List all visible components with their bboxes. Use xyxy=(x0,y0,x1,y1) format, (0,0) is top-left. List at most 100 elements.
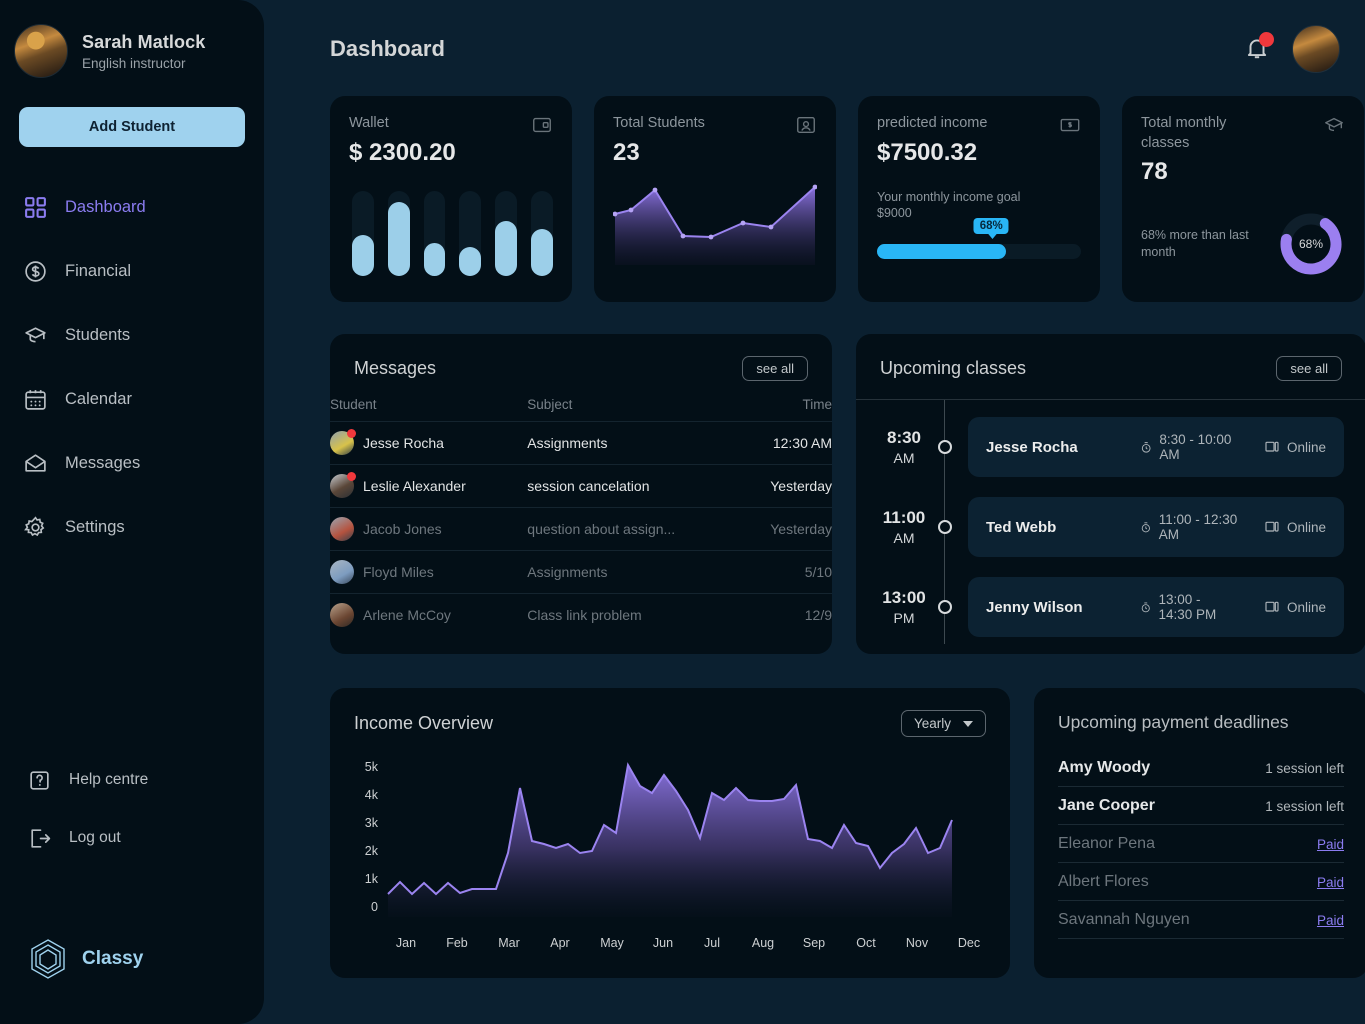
upcoming-classes-see-all-button[interactable]: see all xyxy=(1276,356,1342,381)
sidebar-item-dashboard[interactable]: Dashboard xyxy=(0,185,264,229)
avatar xyxy=(330,560,354,584)
sidebar: Sarah Matlock English instructor Add Stu… xyxy=(0,0,264,1024)
monthly-classes-note: 68% more than last month xyxy=(1141,227,1249,260)
income-range-dropdown[interactable]: Yearly xyxy=(900,710,986,737)
wallet-bar xyxy=(387,190,410,276)
sidebar-item-log-out[interactable]: Log out xyxy=(0,816,264,860)
monthly-classes-value: 78 xyxy=(1141,158,1168,186)
timeline-node xyxy=(938,600,952,614)
sidebar-item-settings[interactable]: Settings xyxy=(0,505,264,549)
content: Wallet $ 2300.20 Total Students 23 predi… xyxy=(264,78,1365,978)
class-range: 13:00 - 14:30 PM xyxy=(1140,592,1238,622)
payment-status-link[interactable]: Paid xyxy=(1317,913,1344,928)
sidebar-bottom-nav: Help centre Log out xyxy=(0,758,264,874)
messages-panel-head: Messages see all xyxy=(330,334,832,381)
x-tick-label: Nov xyxy=(906,936,929,950)
bottom-row: Income Overview Yearly 5k 4k 3k 2k 1k 0 … xyxy=(330,688,1365,978)
unread-dot xyxy=(347,472,356,481)
y-tick-label: 2k xyxy=(365,844,379,858)
message-student: Jesse Rocha xyxy=(330,429,527,455)
wallet-bar xyxy=(459,190,482,276)
y-tick-label: 0 xyxy=(371,900,378,914)
class-hour: 8:30 xyxy=(886,428,922,447)
chevron-down-icon xyxy=(963,720,973,727)
payment-status-link[interactable]: Paid xyxy=(1317,837,1344,852)
x-tick-label: Dec xyxy=(958,936,980,950)
wallet-bar-chart xyxy=(349,190,553,276)
list-item[interactable]: Savannah Nguyen Paid xyxy=(1058,901,1344,939)
predicted-income-card-head: predicted income $7500.32 xyxy=(877,114,1081,167)
messages-col-time: Time xyxy=(802,397,833,412)
messages-title: Messages xyxy=(354,358,437,378)
class-card[interactable]: Ted Webb 11:00 - 12:30 AM Online xyxy=(968,497,1344,557)
timer-icon xyxy=(1141,521,1150,532)
upcoming-classes-title: Upcoming classes xyxy=(880,358,1027,378)
monitor-icon xyxy=(1265,441,1279,452)
total-students-label: Total Students xyxy=(613,115,705,131)
x-tick-label: Oct xyxy=(856,936,876,950)
message-subject: Assignments xyxy=(527,421,743,465)
profile-block[interactable]: Sarah Matlock English instructor xyxy=(0,22,264,80)
dashboard-app: Sarah Matlock English instructor Add Stu… xyxy=(0,0,1365,1024)
user-card-icon xyxy=(797,116,815,134)
table-row[interactable]: Arlene McCoy Class link problem 12/9 xyxy=(330,593,832,636)
x-tick-label: Apr xyxy=(550,936,569,950)
notifications-button[interactable] xyxy=(1244,32,1274,63)
message-student: Floyd Miles xyxy=(330,560,527,584)
wallet-card: Wallet $ 2300.20 xyxy=(330,96,572,302)
calendar-icon xyxy=(22,386,48,412)
messages-see-all-button[interactable]: see all xyxy=(742,356,808,381)
income-goal-label: Your monthly income goal $9000 xyxy=(877,189,1081,223)
monthly-classes-card-head: Total monthly classes 78 xyxy=(1141,114,1345,186)
sidebar-item-financial[interactable]: Financial xyxy=(0,249,264,293)
message-time: 5/10 xyxy=(742,550,832,594)
class-student-name: Ted Webb xyxy=(986,518,1057,536)
message-student: Leslie Alexander xyxy=(330,472,527,498)
list-item[interactable]: Jane Cooper 1 session left xyxy=(1058,787,1344,825)
list-item[interactable]: Albert Flores Paid xyxy=(1058,863,1344,901)
sidebar-item-label: Students xyxy=(65,325,131,344)
timeline-node xyxy=(938,520,952,534)
payment-status: 1 session left xyxy=(1265,798,1344,814)
gear-icon xyxy=(22,514,48,540)
page-title: Dashboard xyxy=(330,36,445,61)
wallet-icon xyxy=(533,117,551,133)
monitor-icon xyxy=(1265,521,1279,532)
sidebar-item-label: Financial xyxy=(65,261,132,280)
sidebar-item-messages[interactable]: Messages xyxy=(0,441,264,485)
sidebar-nav: Dashboard Financial Students Calendar Me… xyxy=(0,185,264,549)
sidebar-item-help-centre[interactable]: Help centre xyxy=(0,758,264,802)
messages-table-head: Student Subject Time xyxy=(330,397,832,422)
list-item[interactable]: Amy Woody 1 session left xyxy=(1058,749,1344,787)
topbar: Dashboard xyxy=(264,20,1365,78)
table-row[interactable]: Jesse Rocha Assignments 12:30 AM xyxy=(330,421,832,465)
x-tick-label: Mar xyxy=(498,936,520,950)
total-students-card: Total Students 23 xyxy=(594,96,836,302)
class-card[interactable]: Jenny Wilson 13:00 - 14:30 PM Online xyxy=(968,577,1344,637)
wallet-bar xyxy=(352,190,374,276)
list-item[interactable]: Eleanor Pena Paid xyxy=(1058,825,1344,863)
total-students-sparkline xyxy=(612,177,818,270)
income-overview-title: Income Overview xyxy=(354,713,494,733)
brand-logo: Classy xyxy=(26,936,143,982)
sidebar-item-calendar[interactable]: Calendar xyxy=(0,377,264,421)
avatar xyxy=(330,429,356,455)
table-row[interactable]: Floyd Miles Assignments 5/10 xyxy=(330,550,832,594)
add-student-button[interactable]: Add Student xyxy=(19,107,245,147)
class-range: 8:30 - 10:00 AM xyxy=(1140,432,1238,462)
x-tick-label: Jan xyxy=(396,936,416,950)
messages-col-student: Student xyxy=(330,397,377,412)
sidebar-item-students[interactable]: Students xyxy=(0,313,264,357)
payment-status-link[interactable]: Paid xyxy=(1317,875,1344,890)
messages-panel: Messages see all Student Subject Time Je… xyxy=(330,334,832,654)
table-row[interactable]: Jacob Jones question about assign... Yes… xyxy=(330,507,832,551)
class-card[interactable]: Jesse Rocha 8:30 - 10:00 AM Online xyxy=(968,417,1344,477)
class-student-name: Jesse Rocha xyxy=(986,438,1078,456)
table-row[interactable]: Leslie Alexander session cancelation Yes… xyxy=(330,464,832,508)
list-item: 11:00 AM Ted Webb 11:00 - 12:30 AM Onlin… xyxy=(878,496,1344,558)
monthly-classes-donut-row: 68% more than last month 68% xyxy=(1141,210,1345,278)
wallet-bar xyxy=(495,190,518,276)
payment-student-name: Albert Flores xyxy=(1058,873,1149,890)
class-mode: Online xyxy=(1264,519,1326,535)
user-avatar-button[interactable] xyxy=(1292,25,1340,73)
